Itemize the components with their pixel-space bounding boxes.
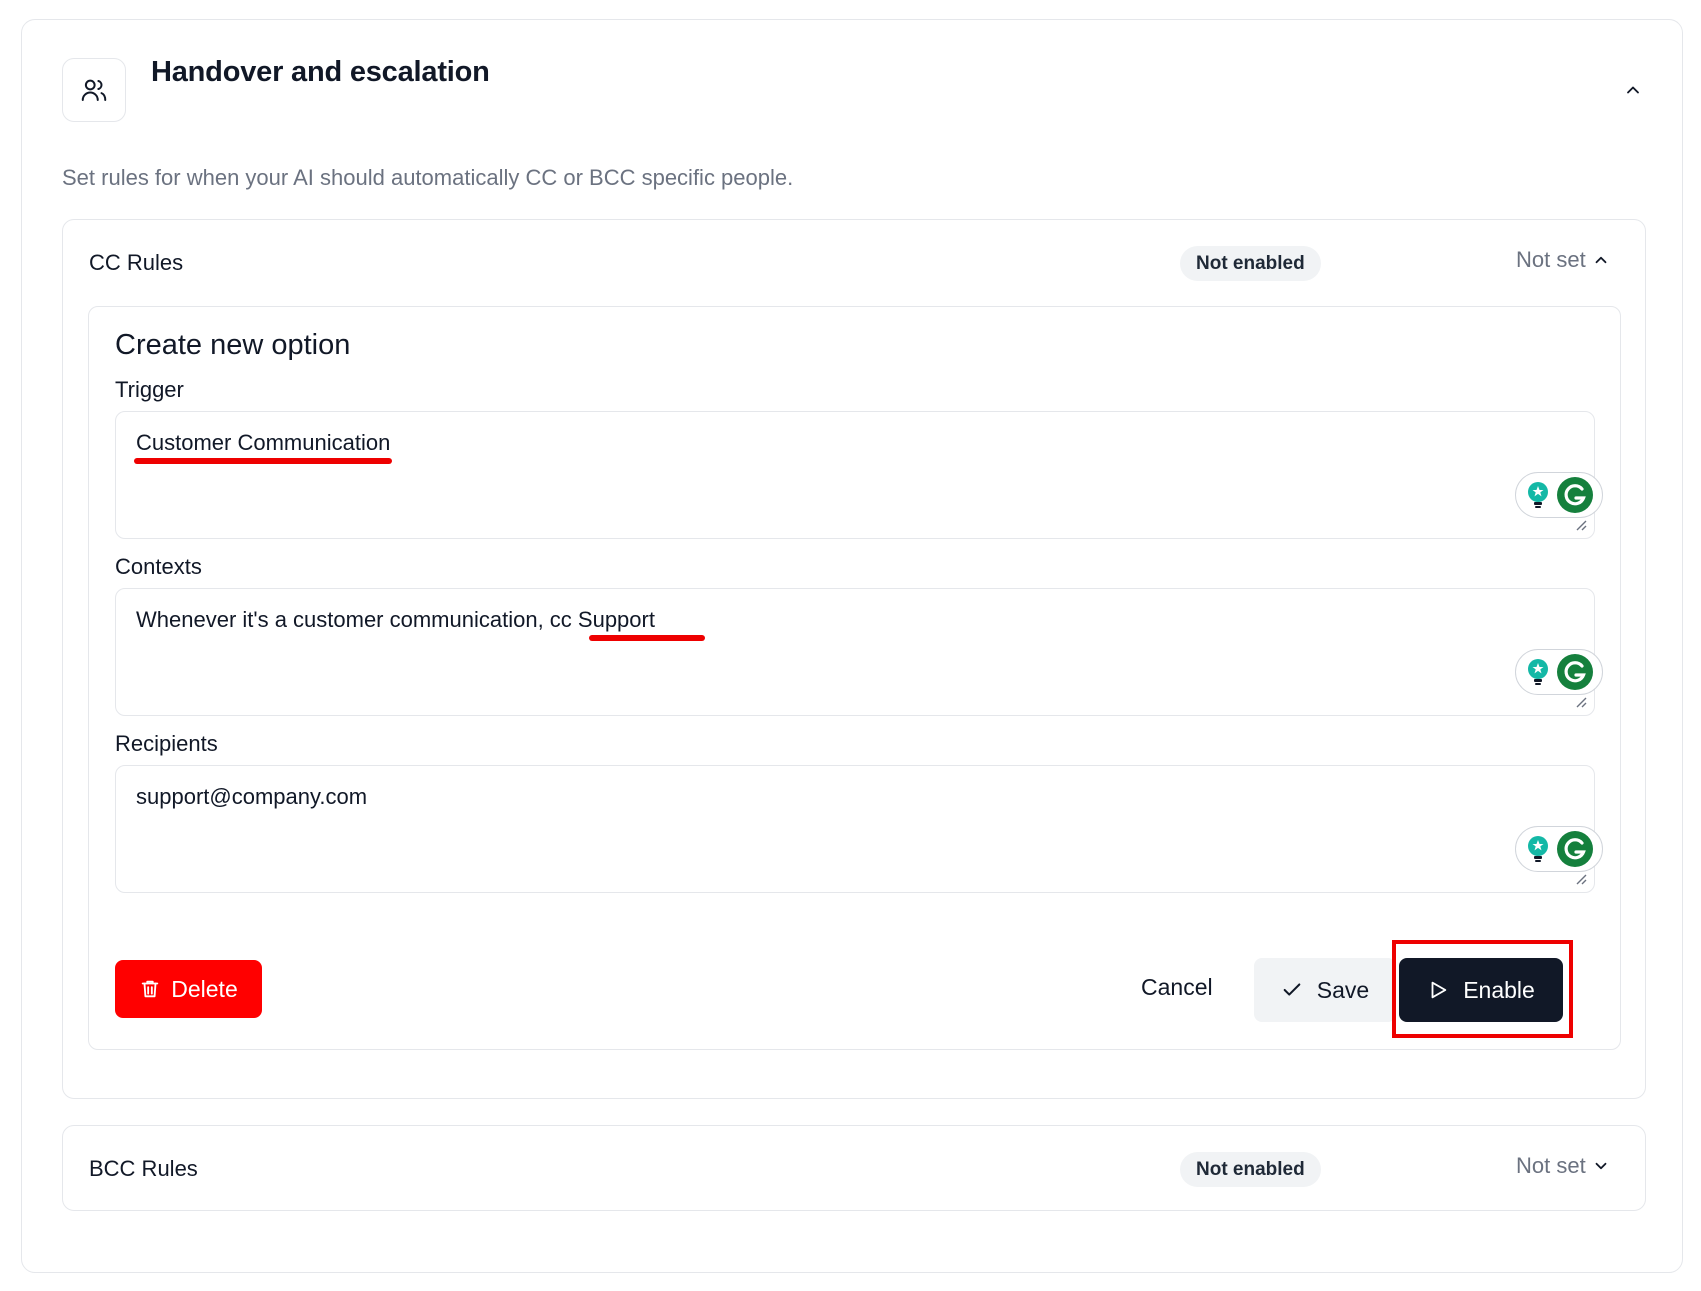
create-option-form: Create new option Trigger Customer Commu… <box>88 306 1621 1050</box>
trigger-value: Customer Communication <box>136 430 391 455</box>
save-label: Save <box>1316 976 1370 1003</box>
bcc-rules-toggle[interactable]: Not set <box>1516 1153 1610 1179</box>
lightbulb-icon <box>1528 836 1548 862</box>
cc-rules-value: Not set <box>1516 247 1586 272</box>
resize-handle-icon[interactable] <box>1572 870 1588 886</box>
annotation-underline <box>589 635 705 641</box>
bcc-rules-header[interactable]: BCC Rules Not enabled Not set <box>63 1126 1645 1212</box>
cc-rules-section: CC Rules Not enabled Not set Create new … <box>62 219 1646 1099</box>
play-icon <box>1431 981 1447 999</box>
chevron-up-icon <box>1595 256 1607 264</box>
section-description: Set rules for when your AI should automa… <box>62 165 794 190</box>
cc-rules-header[interactable]: CC Rules Not enabled Not set <box>63 220 1645 306</box>
recipients-field[interactable]: support@company.com <box>115 765 1603 893</box>
lightbulb-icon <box>1528 659 1548 685</box>
bcc-status-badge: Not enabled <box>1180 1152 1321 1187</box>
cc-rules-title: CC Rules <box>89 250 184 275</box>
save-button[interactable]: Save <box>1254 958 1396 1022</box>
enable-button[interactable]: Enable <box>1399 958 1563 1022</box>
trash-icon <box>142 980 159 998</box>
check-icon <box>1283 983 1301 996</box>
bcc-rules-section: BCC Rules Not enabled Not set <box>62 1125 1646 1211</box>
lightbulb-icon <box>1528 482 1548 508</box>
resize-handle-icon[interactable] <box>1572 693 1588 709</box>
contexts-label: Contexts <box>115 554 202 579</box>
chevron-up-icon <box>1627 86 1639 94</box>
chevron-down-icon <box>1595 1162 1607 1170</box>
delete-button[interactable]: Delete <box>115 960 262 1018</box>
collapse-section-button[interactable] <box>1617 74 1649 106</box>
grammarly-widget[interactable] <box>1515 472 1603 518</box>
contexts-field[interactable]: Whenever it's a customer communication, … <box>115 588 1603 716</box>
bcc-rules-title: BCC Rules <box>89 1156 198 1181</box>
cancel-button[interactable]: Cancel <box>1141 974 1213 1001</box>
page-title: Handover and escalation <box>151 56 490 88</box>
cc-rules-toggle[interactable]: Not set <box>1516 247 1610 273</box>
bcc-rules-value: Not set <box>1516 1153 1586 1178</box>
handover-escalation-card: Handover and escalation Set rules for wh… <box>21 19 1683 1273</box>
users-icon <box>62 58 126 122</box>
grammarly-icon <box>1557 477 1593 513</box>
recipients-value: support@company.com <box>136 784 368 809</box>
grammarly-widget[interactable] <box>1515 826 1603 872</box>
grammarly-widget[interactable] <box>1515 649 1603 695</box>
trigger-field[interactable]: Customer Communication <box>115 411 1603 539</box>
grammarly-icon <box>1557 654 1593 690</box>
recipients-label: Recipients <box>115 731 218 756</box>
cc-status-badge: Not enabled <box>1180 246 1321 281</box>
annotation-underline <box>134 458 392 464</box>
resize-handle-icon[interactable] <box>1572 516 1588 532</box>
trigger-label: Trigger <box>115 377 184 402</box>
enable-label: Enable <box>1463 976 1535 1003</box>
create-option-heading: Create new option <box>115 329 351 361</box>
contexts-value: Whenever it's a customer communication, … <box>136 607 655 632</box>
grammarly-icon <box>1557 831 1593 867</box>
delete-label: Delete <box>171 975 238 1002</box>
